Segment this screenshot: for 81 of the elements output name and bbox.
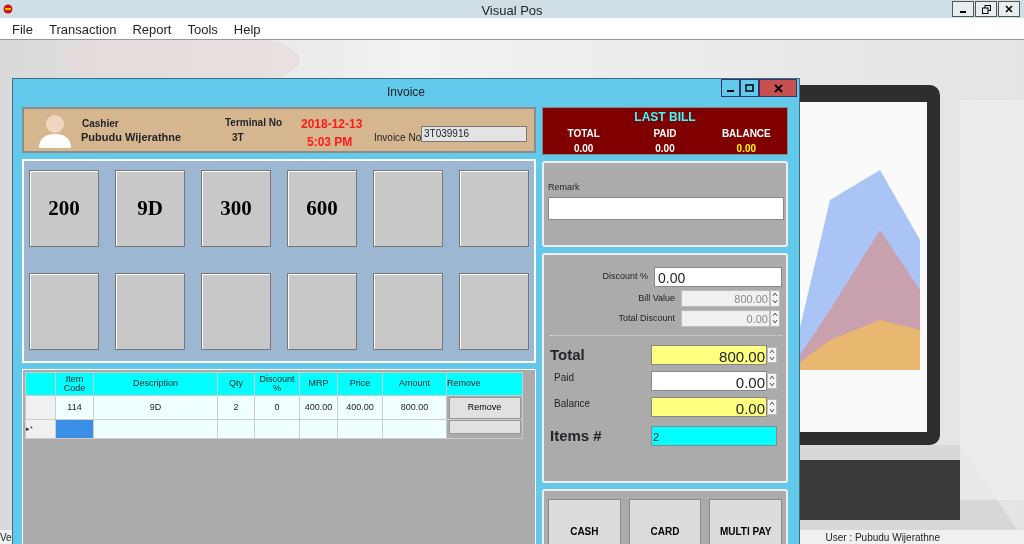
column-header: Qty bbox=[217, 372, 255, 396]
column-header: Remove bbox=[446, 372, 523, 396]
minimize-button[interactable] bbox=[952, 1, 974, 17]
close-icon bbox=[773, 83, 783, 93]
column-header: Price bbox=[337, 372, 383, 396]
balance-value: 0.00 bbox=[735, 142, 758, 156]
paid-label: PAID bbox=[652, 127, 678, 141]
remark-label: Remark bbox=[548, 181, 581, 194]
window-title: Visual Pos bbox=[481, 2, 543, 20]
spinner[interactable] bbox=[770, 290, 780, 307]
date-text: 2018-12-13 bbox=[301, 116, 363, 133]
spinner[interactable] bbox=[770, 310, 780, 327]
spinner[interactable] bbox=[767, 372, 777, 389]
amount-field[interactable]: 800.00 bbox=[651, 344, 767, 365]
user-status: User : Pubudu Wijerathne bbox=[825, 531, 940, 544]
last-bill-title: LAST BILL bbox=[633, 109, 697, 126]
table-cell: 9D bbox=[93, 395, 218, 420]
remove-button[interactable]: Remove bbox=[448, 396, 521, 419]
empty-item-button[interactable] bbox=[115, 272, 185, 350]
payment-button[interactable]: CARD bbox=[628, 499, 702, 544]
paid-value: 0.00 bbox=[654, 142, 676, 156]
menu-item[interactable]: Transaction bbox=[40, 18, 125, 39]
item-button[interactable]: 300 bbox=[201, 170, 271, 247]
amount-field[interactable]: 0.00 bbox=[651, 370, 767, 391]
terminal-number: 3T bbox=[232, 131, 244, 145]
column-header: Amount bbox=[382, 372, 447, 396]
terminal-label: Terminal No bbox=[225, 116, 283, 130]
item-button[interactable]: 9D bbox=[115, 170, 185, 247]
amount-field[interactable]: 0.00 bbox=[651, 396, 767, 417]
item-button[interactable]: 600 bbox=[287, 170, 357, 247]
empty-item-button[interactable] bbox=[459, 272, 529, 350]
empty-item-button[interactable] bbox=[29, 272, 99, 350]
empty-item-button[interactable] bbox=[287, 272, 357, 350]
minimize-button[interactable] bbox=[721, 79, 740, 97]
user-avatar-icon bbox=[36, 112, 74, 148]
spinner[interactable] bbox=[767, 398, 777, 415]
payment-button[interactable]: CASH bbox=[548, 499, 621, 544]
app-icon bbox=[3, 4, 13, 14]
total-label: TOTAL bbox=[566, 127, 601, 141]
field-label: Discount % bbox=[602, 270, 648, 284]
total-value: 0.00 bbox=[572, 142, 595, 156]
empty-item-button[interactable] bbox=[201, 272, 271, 350]
minimize-icon bbox=[960, 10, 966, 13]
amount-field[interactable]: 2 bbox=[651, 425, 777, 446]
invoice-number-field[interactable]: 3T039916 bbox=[421, 126, 527, 142]
maximize-icon bbox=[745, 83, 754, 93]
field-label: Total Discount bbox=[618, 311, 675, 325]
field-label: Balance bbox=[553, 397, 592, 411]
restore-button[interactable] bbox=[975, 1, 997, 17]
maximize-button[interactable] bbox=[740, 79, 759, 97]
time-text: 5:03 PM bbox=[307, 134, 353, 151]
window-title: Invoice bbox=[387, 84, 425, 101]
column-header: MRP bbox=[299, 372, 338, 396]
minimize-icon bbox=[727, 90, 734, 92]
menu-item[interactable]: Help bbox=[225, 18, 269, 39]
field-label: Paid bbox=[553, 371, 575, 385]
field-label: Bill Value bbox=[638, 291, 675, 305]
status-text: Ve bbox=[0, 531, 12, 544]
cashier-label: Cashier bbox=[82, 117, 119, 131]
invoice-number-label: Invoice No bbox=[374, 131, 422, 145]
remark-field[interactable] bbox=[548, 196, 784, 220]
empty-item-button[interactable] bbox=[459, 170, 529, 247]
restore-icon bbox=[981, 4, 991, 14]
column-header: Description bbox=[93, 372, 218, 396]
menu-item[interactable]: Report bbox=[124, 18, 180, 39]
spinner[interactable] bbox=[767, 346, 777, 363]
column-header: Discount % bbox=[254, 372, 300, 396]
close-button[interactable] bbox=[998, 1, 1020, 17]
discount-field[interactable]: 0.00 bbox=[654, 267, 782, 287]
cashier-name: Pubudu Wijerathne bbox=[81, 130, 182, 145]
balance-label: BALANCE bbox=[720, 127, 772, 141]
menu-item[interactable]: File bbox=[4, 18, 41, 39]
empty-item-button[interactable] bbox=[373, 170, 443, 247]
close-icon bbox=[1005, 5, 1013, 13]
field-label: Total bbox=[550, 345, 586, 365]
field-label: Items # bbox=[550, 426, 603, 446]
item-button[interactable]: 200 bbox=[29, 170, 99, 247]
menu-item[interactable]: Tools bbox=[179, 18, 226, 39]
payment-button[interactable]: MULTI PAY bbox=[709, 499, 782, 544]
column-header: Item Code bbox=[55, 372, 94, 396]
empty-item-button[interactable] bbox=[373, 272, 443, 350]
